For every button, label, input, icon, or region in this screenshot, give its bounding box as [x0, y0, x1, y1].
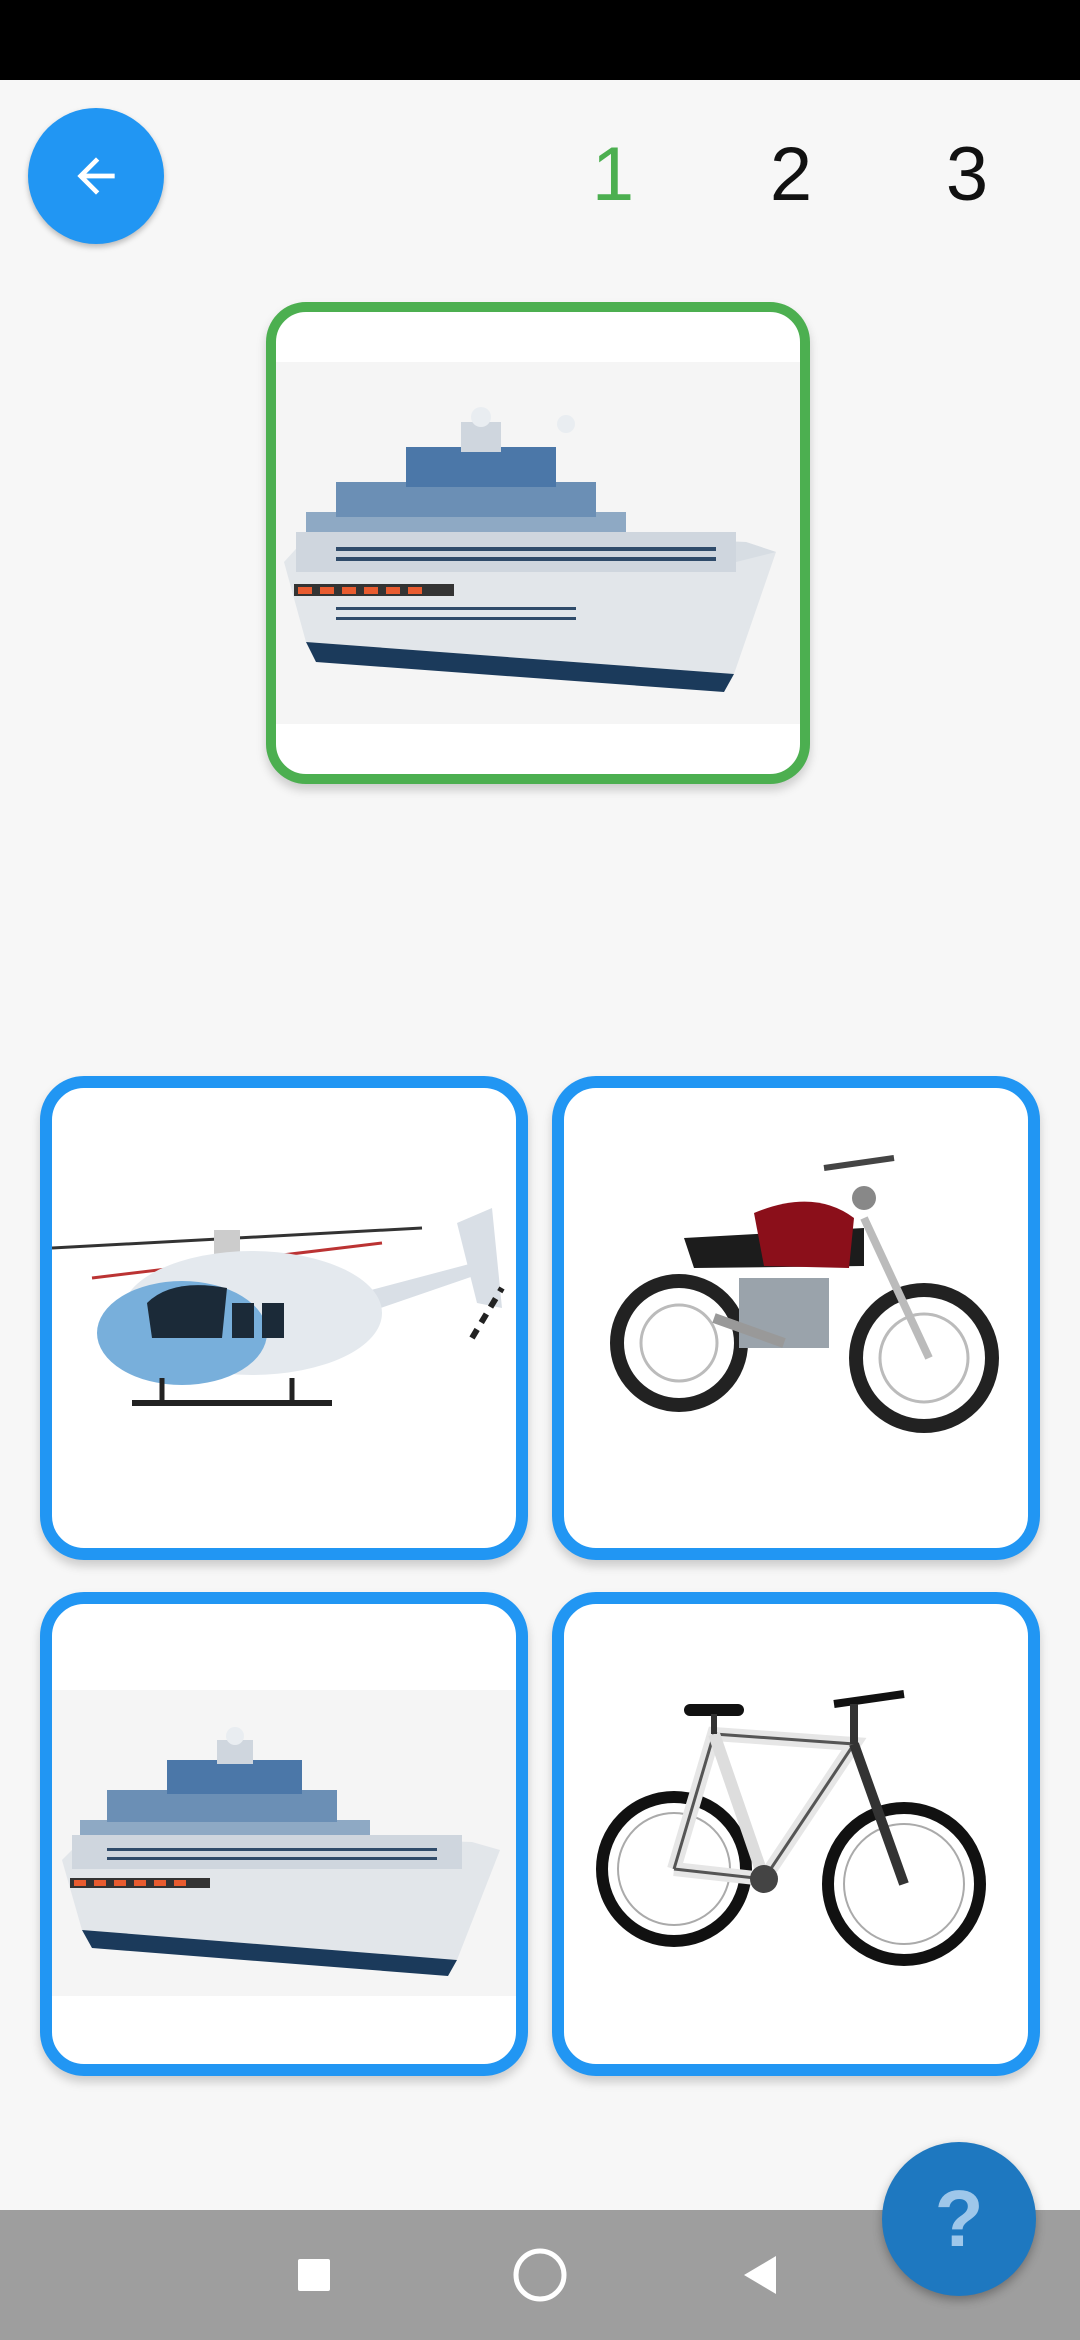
target-card: [266, 302, 810, 784]
circle-icon: [512, 2247, 568, 2303]
option-card-helicopter[interactable]: [40, 1076, 528, 1560]
recent-apps-button[interactable]: [254, 2210, 374, 2340]
system-back-button[interactable]: [700, 2210, 820, 2340]
step-3: 3: [927, 130, 1007, 220]
step-1: 1: [573, 130, 653, 220]
cruise-ship-image: [52, 1690, 516, 1996]
status-bar: [0, 0, 1080, 80]
option-card-cruise-ship[interactable]: [40, 1592, 528, 2076]
step-2: 2: [751, 130, 831, 220]
helicopter-image: [52, 1088, 516, 1548]
option-card-motorcycle[interactable]: [552, 1076, 1040, 1560]
option-card-bicycle[interactable]: [552, 1592, 1040, 2076]
triangle-back-icon: [740, 2254, 780, 2296]
square-icon: [297, 2258, 331, 2292]
cruise-ship-image: [276, 362, 800, 724]
motorcycle-image: [564, 1088, 1028, 1548]
help-button[interactable]: ?: [882, 2142, 1036, 2296]
step-indicator: 1 2 3: [0, 130, 1080, 220]
home-button[interactable]: [480, 2210, 600, 2340]
mountain-bike-image: [564, 1604, 1028, 2064]
help-label: ?: [935, 2179, 984, 2259]
